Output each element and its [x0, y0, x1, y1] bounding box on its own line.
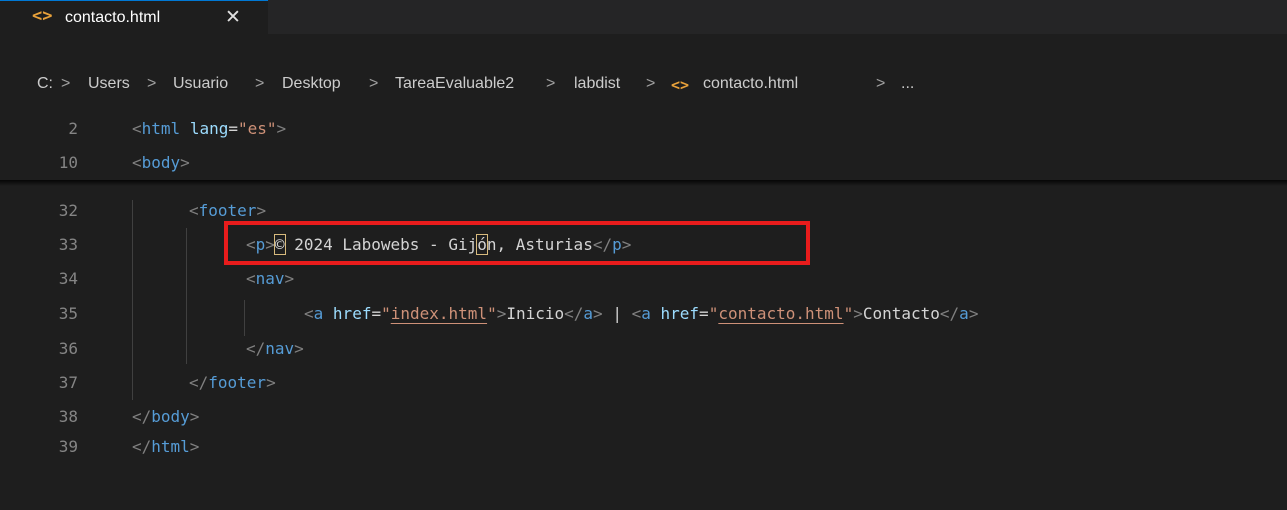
code-text: </nav>	[246, 339, 304, 358]
html-file-icon: <>	[32, 6, 53, 26]
tab-label: contacto.html	[65, 9, 161, 26]
breadcrumb-separator: >	[876, 75, 886, 92]
tab-bar: <> contacto.html ✕	[0, 0, 1287, 34]
code-text: <html lang="es">	[132, 119, 287, 138]
sticky-line[interactable]: 10 <body>	[0, 150, 1287, 177]
line-number: 37	[58, 373, 78, 392]
line-number: 35	[58, 304, 78, 323]
code-text: <a href="index.html">Inicio</a> | <a hre…	[304, 304, 979, 323]
sticky-scroll-shadow	[0, 180, 1287, 186]
code-line[interactable]: 38 </body>	[0, 404, 1287, 431]
code-line[interactable]: 34 <nav>	[0, 266, 1287, 293]
line-number: 39	[58, 437, 78, 456]
breadcrumb-separator: >	[646, 75, 656, 92]
line-number: 33	[58, 235, 78, 254]
line-number: 10	[58, 153, 78, 172]
code-text: </html>	[132, 437, 200, 456]
close-icon[interactable]: ✕	[225, 6, 241, 28]
breadcrumb-item-labdist[interactable]: labdist	[574, 75, 620, 93]
line-number: 38	[58, 407, 78, 426]
breadcrumb-item-tareaevaluable2[interactable]: TareaEvaluable2	[395, 75, 514, 93]
code-line[interactable]: 39 </html>	[0, 434, 1287, 461]
breadcrumb-item-users[interactable]: Users	[88, 75, 130, 93]
code-line[interactable]: 37 </footer>	[0, 370, 1287, 397]
breadcrumb-item-symbols[interactable]: ...	[901, 75, 914, 93]
code-line[interactable]: 36 </nav>	[0, 336, 1287, 363]
breadcrumb: C: > Users > Usuario > Desktop > TareaEv…	[0, 75, 1287, 105]
breadcrumb-separator: >	[369, 75, 379, 92]
html-file-icon: <>	[671, 76, 690, 94]
highlight-annotation-box	[224, 221, 810, 265]
breadcrumb-item-usuario[interactable]: Usuario	[173, 75, 228, 93]
line-number: 32	[58, 201, 78, 220]
code-text: <body>	[132, 153, 190, 172]
line-number: 36	[58, 339, 78, 358]
code-text: </body>	[132, 407, 200, 426]
code-text: </footer>	[189, 373, 276, 392]
breadcrumb-item-file[interactable]: contacto.html	[703, 75, 798, 93]
breadcrumb-separator: >	[255, 75, 265, 92]
breadcrumb-separator: >	[546, 75, 556, 92]
code-line[interactable]: 35 <a href="index.html">Inicio</a> | <a …	[0, 301, 1287, 328]
line-number: 34	[58, 269, 78, 288]
code-text: <footer>	[189, 201, 267, 220]
breadcrumb-item-desktop[interactable]: Desktop	[282, 75, 341, 93]
tab-contacto-html[interactable]: <> contacto.html ✕	[0, 0, 268, 34]
sticky-line[interactable]: 2 <html lang="es">	[0, 116, 1287, 143]
line-number: 2	[68, 119, 78, 138]
code-text: <nav>	[246, 269, 295, 288]
breadcrumb-separator: >	[147, 75, 157, 92]
breadcrumb-separator: >	[61, 75, 71, 92]
breadcrumb-item-drive[interactable]: C:	[37, 75, 53, 93]
